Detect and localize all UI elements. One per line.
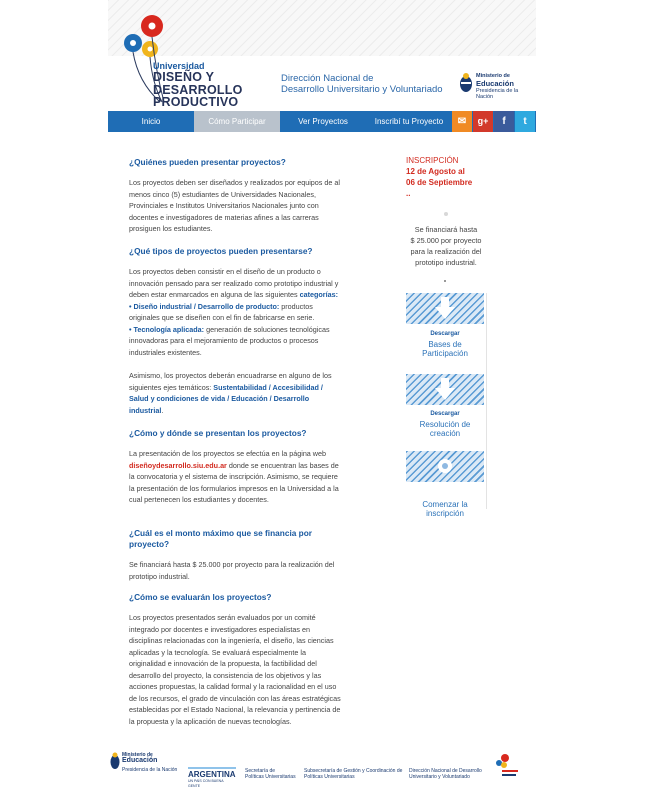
bases-participacion-link[interactable]: Bases de Participación xyxy=(406,340,484,358)
gear-icon xyxy=(438,459,452,473)
sidebar-divider-line xyxy=(486,293,487,509)
dn-line2: Desarrollo Universitario y Voluntariado xyxy=(281,84,443,95)
category-tecnologia-aplicada: • Tecnología aplicada: xyxy=(129,324,205,334)
faq-question: ¿Cómo y dónde se presentan los proyectos… xyxy=(129,428,307,438)
footer-spu: Secretaría de Políticas Universitarias xyxy=(245,768,296,780)
inscripcion-date-start: 12 de Agosto al xyxy=(406,167,465,176)
site-logo-text: Universidad DISEÑO Y DESARROLLO PRODUCTI… xyxy=(153,62,243,109)
inscripcion-label: INSCRIPCIÓN xyxy=(406,156,459,165)
ministerio-t3: Presidencia de la Nación xyxy=(476,88,519,100)
faq-section-como-donde: ¿Cómo y dónde se presentan los proyectos… xyxy=(129,428,341,506)
comenzar-inscripcion-button[interactable] xyxy=(406,451,484,482)
footer-subsecretaria: Subsecretaría de Gestión y Coordinación … xyxy=(304,768,402,780)
faq-answer: Los proyectos presentados serán evaluado… xyxy=(129,613,341,726)
download-arrow-icon xyxy=(435,297,455,319)
footer-min-t2: Educación xyxy=(122,757,158,764)
ministerio-logo: Ministerio de Educación Presidencia de l… xyxy=(459,72,535,100)
website-link[interactable]: diseñoydesarrollo.siu.edu.ar xyxy=(129,461,227,470)
download-resolucion-button[interactable] xyxy=(406,374,484,405)
resolucion-creacion-link[interactable]: Resolución de creación xyxy=(406,420,484,438)
page-container: Universidad DISEÑO Y DESARROLLO PRODUCTI… xyxy=(108,0,536,726)
gears-small-logo-icon xyxy=(496,754,518,776)
footer-argentina-logo: ARGENTINA UN PAÍS CON BUENA GENTE xyxy=(188,767,236,789)
category-diseno-industrial: • Diseño industrial / Desarrollo de prod… xyxy=(129,301,280,311)
inscripcion-dots: .. xyxy=(406,189,411,198)
download-bases-button[interactable] xyxy=(406,293,484,324)
fin-line4: prototipo industrial. xyxy=(415,258,477,267)
download-label: Descargar xyxy=(430,331,460,337)
faq-section-tipos: ¿Qué tipos de proyectos pueden presentar… xyxy=(129,246,341,416)
logo-line4: PRODUCTIVO xyxy=(153,95,239,109)
footer-dndu: Dirección Nacional de Desarrollo Univers… xyxy=(409,768,482,780)
sidebar: INSCRIPCIÓN 12 de Agosto al 06 de Septie… xyxy=(406,156,487,518)
nav-item-inscribi-tu-proyecto[interactable]: Inscribí tu Proyecto xyxy=(366,111,452,132)
direccion-nacional-title: Dirección Nacional de Desarrollo Univers… xyxy=(281,73,443,95)
logo-line2: DISEÑO Y xyxy=(153,70,215,84)
faq-answer-ejes: Asimismo, los proyectos deberán encuadra… xyxy=(129,371,332,415)
inscripcion-date-end: 06 de Septiembre xyxy=(406,178,473,187)
answer-text: La presentación de los proyectos se efec… xyxy=(129,449,326,458)
faq-section-evaluacion: ¿Cómo se evaluarán los proyectos? Los pr… xyxy=(129,592,341,727)
download-label: Descargar xyxy=(430,411,460,417)
google-plus-icon[interactable]: g+ xyxy=(473,111,493,132)
nav-item-ver-proyectos[interactable]: Ver Proyectos xyxy=(280,111,366,132)
faq-section-quienes: ¿Quiénes pueden presentar proyectos? Los… xyxy=(129,157,341,235)
spu-l2: Políticas Universitarias xyxy=(245,774,296,780)
faq-question: ¿Cuál es el monto máximo que se financia… xyxy=(129,528,313,549)
header: Universidad DISEÑO Y DESARROLLO PRODUCTI… xyxy=(108,0,536,110)
dn-l2: Universitario y Voluntariado xyxy=(409,774,470,780)
ministerio-t2: Educación xyxy=(476,79,514,88)
categorias-label: categorías: xyxy=(299,290,338,299)
faq-answer: La presentación de los proyectos se efec… xyxy=(129,448,341,506)
download-arrow-icon xyxy=(435,378,455,400)
fin-line1: Se financiará hasta xyxy=(414,225,478,234)
comenzar-inscripcion-link[interactable]: Comenzar la inscripción xyxy=(406,500,484,518)
fin-line3: para la realización del xyxy=(410,247,482,256)
footer-min-t3: Presidencia de la Nación xyxy=(122,767,178,773)
nav-item-inicio[interactable]: Inicio xyxy=(108,111,194,132)
mail-icon[interactable]: ✉ xyxy=(452,111,472,132)
national-emblem-icon xyxy=(110,752,120,769)
footer: Ministerio de Educación Presidencia de l… xyxy=(108,752,536,788)
divider-dot xyxy=(406,212,486,216)
fin-amount: $ 25.000 por proyecto xyxy=(410,236,482,245)
faq-answer: Los proyectos deben consistir en el dise… xyxy=(129,266,341,358)
divider-dot xyxy=(444,280,446,282)
main-nav: Inicio Cómo Participar Ver Proyectos Ins… xyxy=(108,111,536,132)
argentina-tagline: UN PAÍS CON BUENA GENTE xyxy=(188,779,224,788)
faq-question: ¿Quiénes pueden presentar proyectos? xyxy=(129,157,286,167)
dn-line1: Dirección Nacional de xyxy=(281,73,374,84)
argentina-wordmark: ARGENTINA xyxy=(188,770,236,779)
faq-question: ¿Qué tipos de proyectos pueden presentar… xyxy=(129,246,313,256)
sub-l2: Políticas Universitarias xyxy=(304,774,355,780)
national-emblem-icon xyxy=(460,73,472,92)
facebook-icon[interactable]: f xyxy=(494,111,514,132)
financing-info: Se financiará hasta $ 25.000 por proyect… xyxy=(406,224,486,268)
twitter-icon[interactable]: t xyxy=(515,111,535,132)
faq-section-monto: ¿Cuál es el monto máximo que se financia… xyxy=(129,528,341,582)
nav-item-como-participar[interactable]: Cómo Participar xyxy=(194,111,280,132)
faq-question: ¿Cómo se evaluarán los proyectos? xyxy=(129,592,272,602)
faq-answer: Los proyectos deben ser diseñados y real… xyxy=(129,178,340,233)
faq-answer: Se financiará hasta $ 25.000 por proyect… xyxy=(129,560,335,581)
